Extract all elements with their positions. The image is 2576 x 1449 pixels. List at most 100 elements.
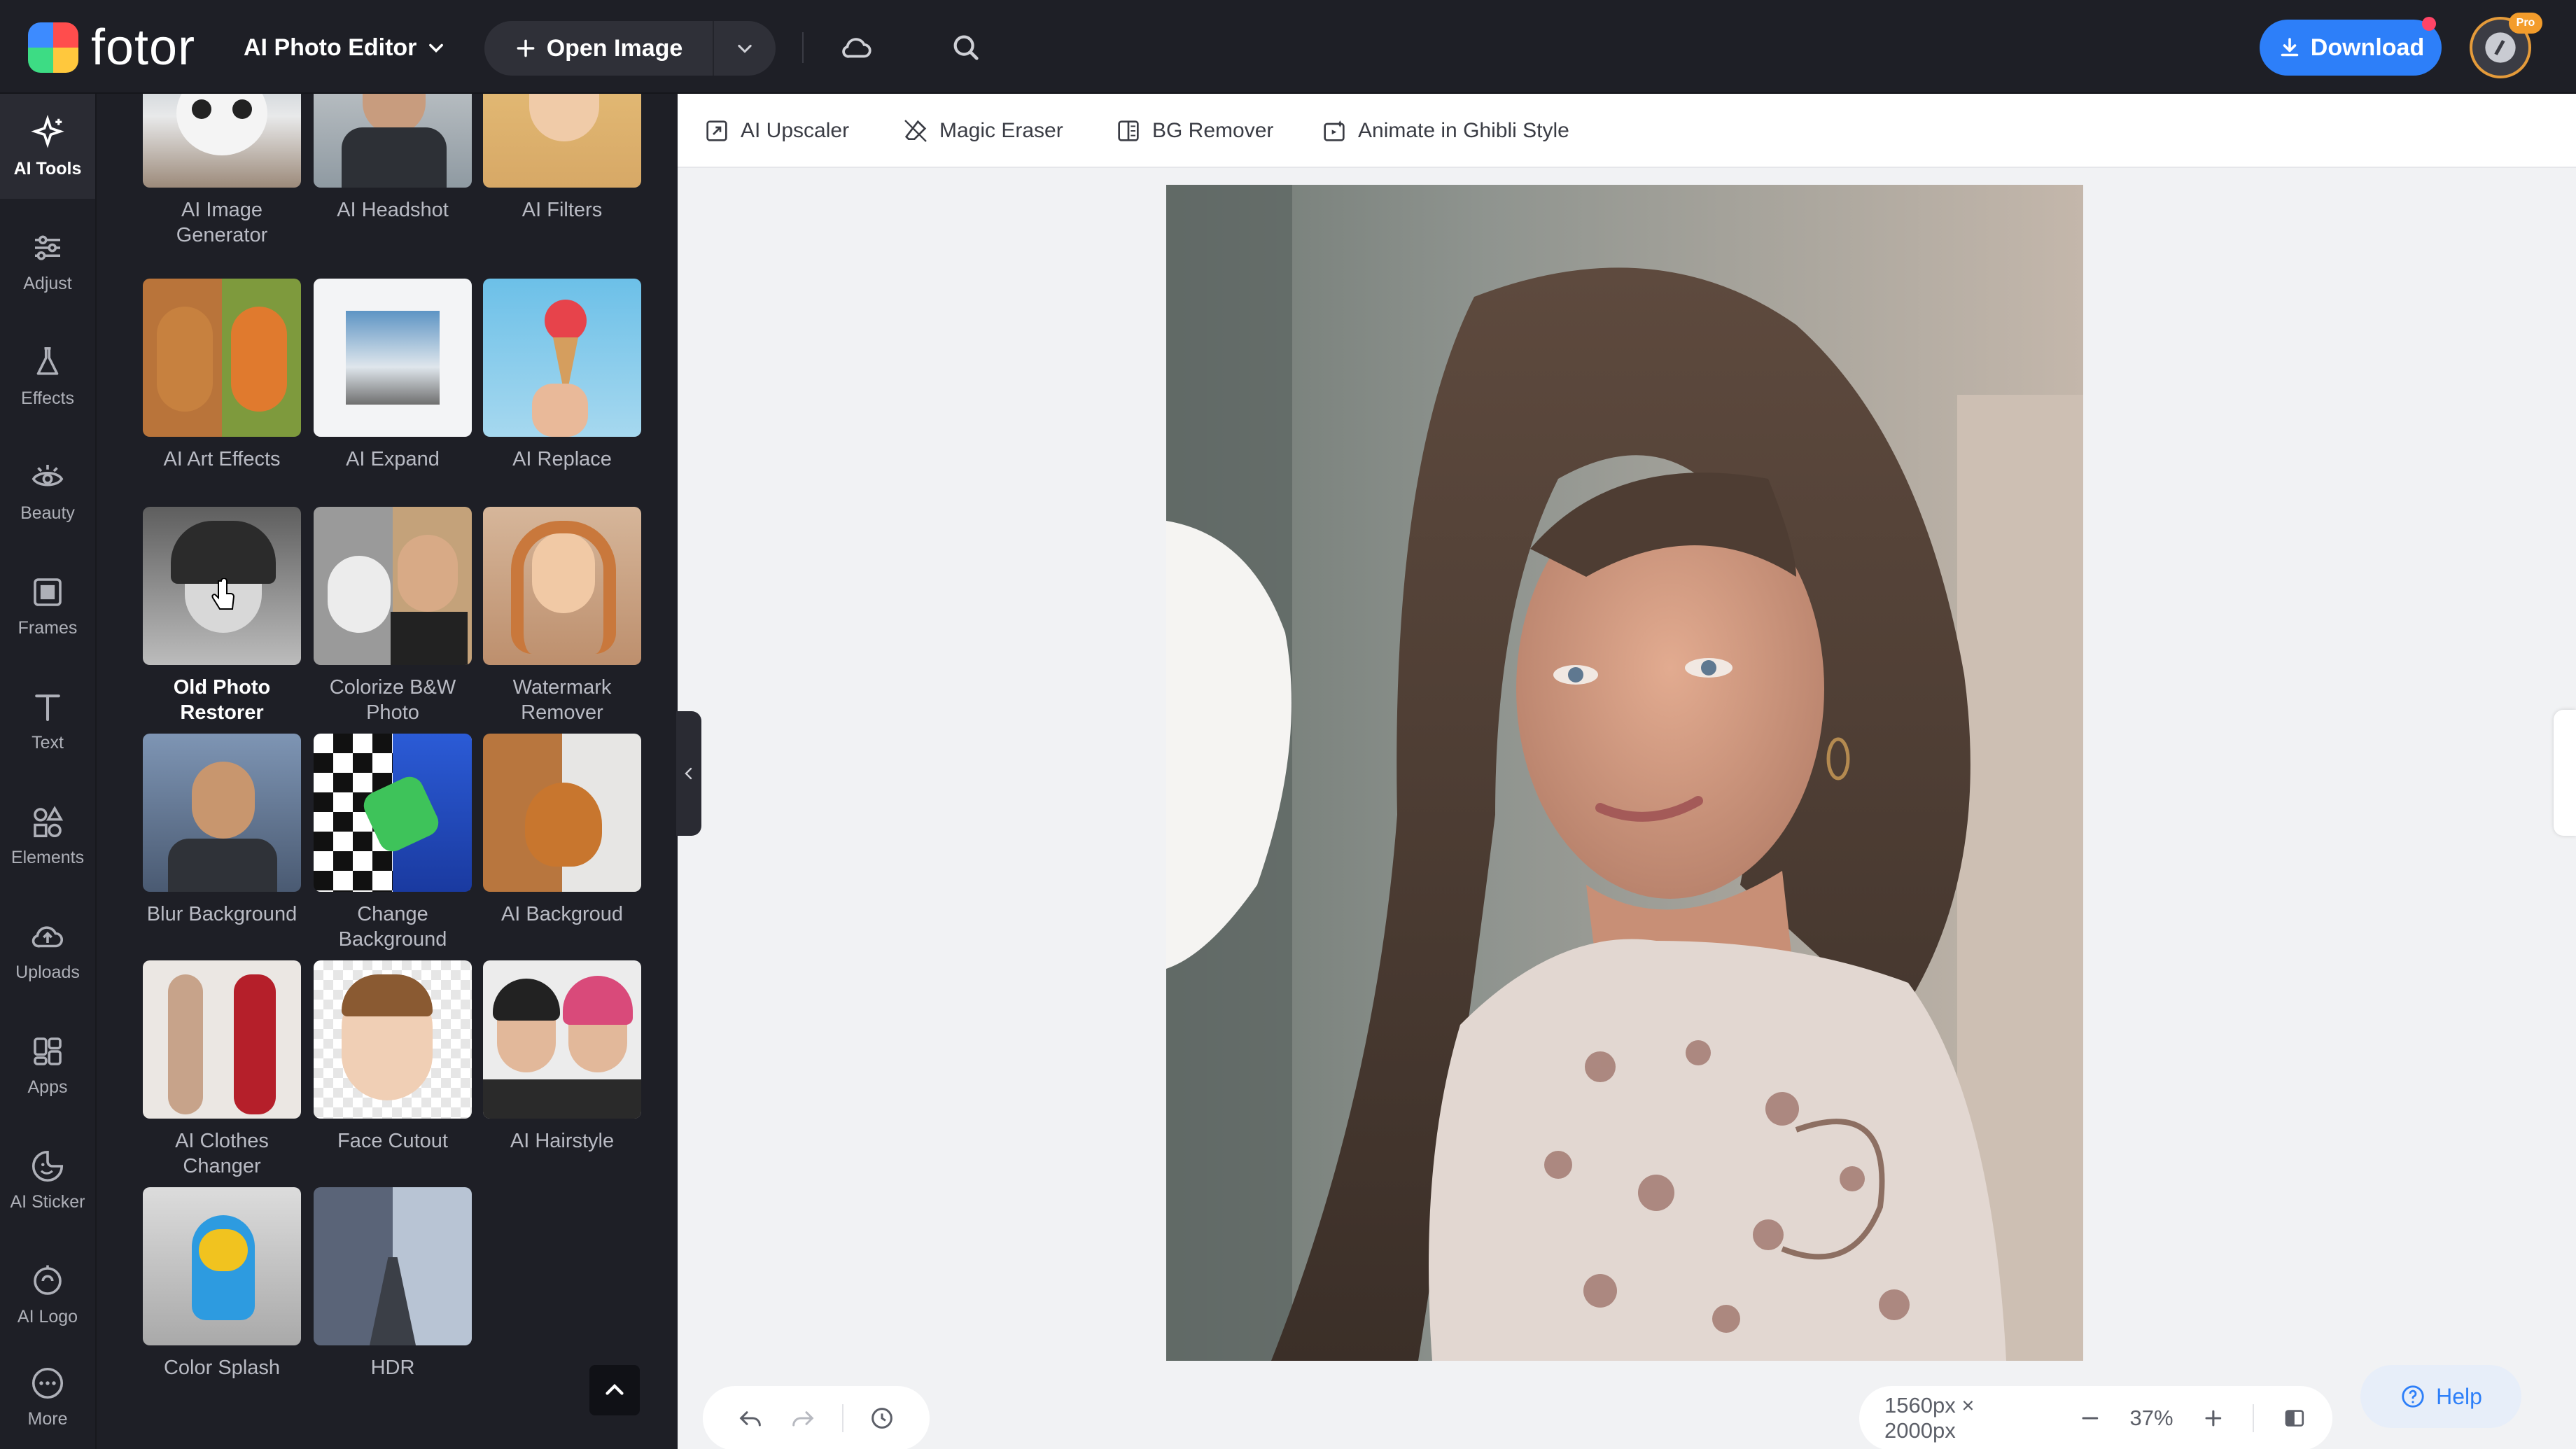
- sliders-icon: [35, 234, 60, 260]
- rail-item-ai-logo[interactable]: AI Logo: [0, 1242, 95, 1347]
- tool-change-background[interactable]: Change Background: [314, 734, 472, 952]
- plus-icon: [517, 39, 535, 57]
- tool-thumbnail: [314, 94, 472, 188]
- undo-icon[interactable]: [736, 1404, 764, 1432]
- tool-thumbnail: [483, 279, 641, 437]
- left-rail: AI Tools Adjust Effects Beauty Frames Te…: [0, 94, 97, 1449]
- zoom-level[interactable]: 37%: [2130, 1406, 2174, 1431]
- rail-item-more[interactable]: More: [0, 1344, 95, 1449]
- rail-item-ai-sticker[interactable]: AI Sticker: [0, 1127, 95, 1232]
- rail-label: AI Sticker: [10, 1191, 85, 1212]
- tool-thumbnail: [143, 1187, 301, 1345]
- open-image-button[interactable]: Open Image: [484, 21, 714, 76]
- editor-mode-label: AI Photo Editor: [244, 34, 417, 61]
- tool-label: HDR: [370, 1357, 415, 1379]
- tool-ai-filters[interactable]: AI Filters: [483, 94, 641, 223]
- tool-colorize-bw-photo[interactable]: Colorize B&W Photo: [314, 507, 472, 725]
- editor-mode-dropdown[interactable]: AI Photo Editor: [244, 28, 446, 67]
- tool-thumbnail: [314, 1187, 472, 1345]
- zoom-out-icon[interactable]: [2078, 1406, 2102, 1430]
- rail-label: Apps: [27, 1077, 68, 1097]
- rail-label: Adjust: [23, 273, 72, 293]
- rail-item-effects[interactable]: Effects: [0, 323, 95, 428]
- tool-ai-hairstyle[interactable]: AI Hairstyle: [483, 960, 641, 1154]
- rail-item-uploads[interactable]: Uploads: [0, 897, 95, 1002]
- rail-item-ai-tools[interactable]: AI Tools: [0, 94, 95, 199]
- chevron-left-icon: [685, 767, 692, 780]
- animate-ghibli-button[interactable]: Animate in Ghibli Style: [1320, 115, 1569, 147]
- more-icon: [31, 1367, 64, 1399]
- download-button[interactable]: Download: [2260, 20, 2442, 76]
- zoom-in-icon[interactable]: [2202, 1406, 2225, 1430]
- help-button[interactable]: Help: [2360, 1365, 2521, 1428]
- rail-item-elements[interactable]: Elements: [0, 783, 95, 888]
- tool-ai-background[interactable]: AI Backgroud: [483, 734, 641, 927]
- ai-tools-panel: AI Image Generator AI Headshot AI Filters…: [105, 94, 678, 1449]
- tool-ai-replace[interactable]: AI Replace: [483, 279, 641, 472]
- pro-badge: Pro: [2509, 13, 2542, 34]
- tool-label: Blur Background: [146, 903, 298, 925]
- bg-remover-button[interactable]: BG Remover: [1114, 115, 1273, 147]
- history-icon[interactable]: [868, 1404, 896, 1432]
- tool-ai-clothes-changer[interactable]: AI Clothes Changer: [143, 960, 301, 1179]
- magic-eraser-label: Magic Eraser: [939, 119, 1063, 142]
- search-icon[interactable]: [946, 28, 986, 67]
- tool-thumbnail: [483, 960, 641, 1119]
- right-panel-toggle[interactable]: [2554, 710, 2576, 836]
- tool-hdr[interactable]: HDR: [314, 1187, 472, 1380]
- rail-label: Text: [31, 732, 64, 752]
- magic-eraser-button[interactable]: Magic Eraser: [902, 115, 1063, 147]
- tool-watermark-remover[interactable]: Watermark Remover: [483, 507, 641, 725]
- panel-collapse-toggle[interactable]: [676, 711, 701, 836]
- photo-canvas[interactable]: [1166, 185, 2083, 1361]
- redo-icon[interactable]: [789, 1404, 817, 1432]
- tool-ai-expand[interactable]: AI Expand: [314, 279, 472, 472]
- tool-ai-headshot[interactable]: AI Headshot: [314, 94, 472, 223]
- cloud-icon[interactable]: [837, 28, 876, 67]
- rail-item-frames[interactable]: Frames: [0, 553, 95, 658]
- tool-ai-image-generator[interactable]: AI Image Generator: [143, 94, 301, 248]
- tool-label: Color Splash: [163, 1357, 281, 1379]
- rail-item-beauty[interactable]: Beauty: [0, 438, 95, 543]
- tool-thumbnail: [483, 734, 641, 892]
- rail-item-adjust[interactable]: Adjust: [0, 209, 95, 314]
- tool-label: AI Filters: [522, 199, 603, 221]
- user-avatar-icon: [2485, 32, 2516, 63]
- toolbar-divider: [802, 32, 804, 63]
- tool-thumbnail: [483, 94, 641, 188]
- ai-upscaler-button[interactable]: AI Upscaler: [703, 115, 849, 147]
- rail-item-text[interactable]: Text: [0, 668, 95, 773]
- tool-label: AI Art Effects: [163, 448, 281, 470]
- scroll-to-top-button[interactable]: [589, 1365, 640, 1415]
- upscale-icon: [706, 120, 727, 141]
- compare-icon[interactable]: [2282, 1406, 2307, 1431]
- logo-icon: [34, 1265, 62, 1295]
- tool-face-cutout[interactable]: Face Cutout: [314, 960, 472, 1154]
- bg-remover-label: BG Remover: [1152, 119, 1274, 142]
- tool-blur-background[interactable]: Blur Background: [143, 734, 301, 927]
- history-controls: [703, 1386, 930, 1449]
- tool-thumbnail: [143, 960, 301, 1119]
- tool-label: Colorize B&W Photo: [329, 676, 456, 724]
- workspace: AI Upscaler Magic Eraser BG Remover Anim…: [678, 94, 2576, 1449]
- controls-divider: [2253, 1404, 2255, 1432]
- rail-item-apps[interactable]: Apps: [0, 1012, 95, 1117]
- open-image-group: Open Image: [484, 21, 776, 76]
- fotor-logo[interactable]: fotor: [28, 22, 195, 73]
- tool-label: Old Photo Restorer: [173, 676, 271, 724]
- eraser-icon: [904, 120, 927, 142]
- open-image-dropdown[interactable]: [714, 38, 776, 58]
- tool-label: Change Background: [338, 903, 447, 951]
- tool-color-splash[interactable]: Color Splash: [143, 1187, 301, 1380]
- fotor-app: fotor AI Photo Editor Open Image Downloa…: [0, 0, 2576, 1449]
- text-icon: [35, 694, 60, 721]
- cloud-upload-icon: [31, 925, 64, 947]
- tool-ai-art-effects[interactable]: AI Art Effects: [143, 279, 301, 472]
- tool-old-photo-restorer[interactable]: Old Photo Restorer: [143, 507, 301, 725]
- chevron-down-icon: [429, 43, 444, 53]
- rail-label: AI Tools: [13, 158, 82, 178]
- tool-thumbnail: [314, 507, 472, 665]
- shapes-icon: [34, 805, 64, 837]
- open-image-label: Open Image: [546, 34, 683, 62]
- help-icon: [2402, 1385, 2424, 1408]
